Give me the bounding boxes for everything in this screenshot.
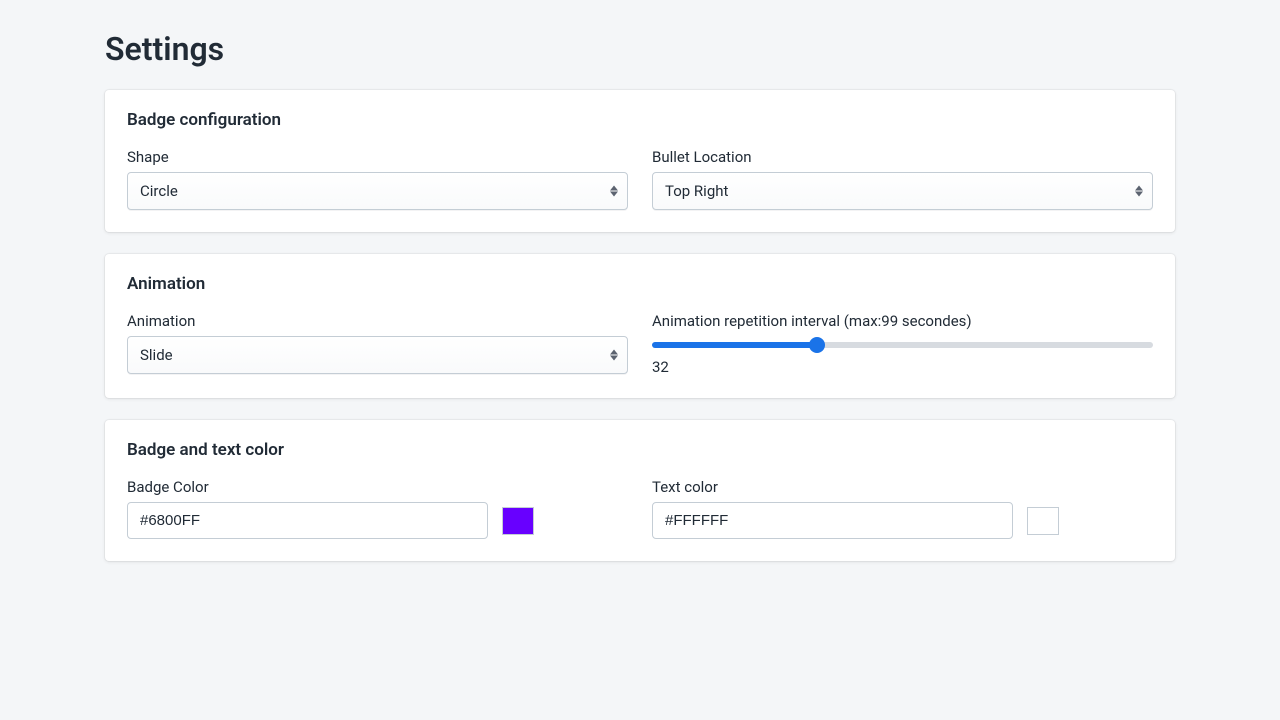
animation-interval-label: Animation repetition interval (max:99 se…: [652, 312, 1153, 330]
badge-text-color-card: Badge and text color Badge Color Text co…: [105, 420, 1175, 561]
bullet-location-label: Bullet Location: [652, 148, 1153, 166]
shape-select[interactable]: Circle: [127, 172, 628, 210]
animation-interval-value: 32: [652, 358, 1153, 376]
card-title-colors: Badge and text color: [127, 440, 1153, 460]
card-title-badge-config: Badge configuration: [127, 110, 1153, 130]
animation-interval-slider[interactable]: [652, 342, 1153, 348]
card-title-animation: Animation: [127, 274, 1153, 294]
badge-color-input[interactable]: [127, 502, 488, 539]
badge-color-swatch[interactable]: [502, 507, 534, 535]
bullet-location-select[interactable]: Top Right: [652, 172, 1153, 210]
animation-type-select[interactable]: Slide: [127, 336, 628, 374]
text-color-label: Text color: [652, 478, 1153, 496]
shape-label: Shape: [127, 148, 628, 166]
animation-type-label: Animation: [127, 312, 628, 330]
page-title: Settings: [105, 30, 1175, 68]
badge-color-label: Badge Color: [127, 478, 628, 496]
badge-configuration-card: Badge configuration Shape Circle Bullet …: [105, 90, 1175, 232]
text-color-input[interactable]: [652, 502, 1013, 539]
animation-card: Animation Animation Slide Animation repe…: [105, 254, 1175, 398]
text-color-swatch[interactable]: [1027, 507, 1059, 535]
